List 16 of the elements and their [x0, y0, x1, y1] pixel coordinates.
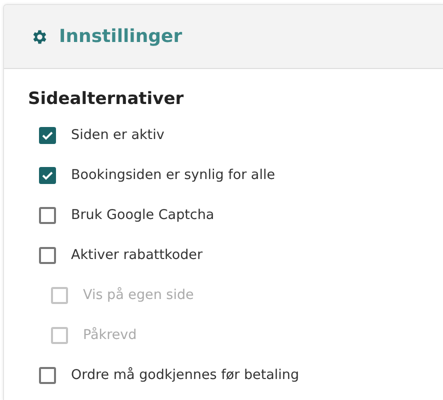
checkbox-label: Vis på egen side [83, 287, 194, 303]
checkbox-label: Påkrevd [83, 327, 137, 343]
checkbox[interactable] [39, 366, 56, 384]
checkmark-icon [42, 130, 53, 140]
checkbox-label: Siden er aktiv [71, 127, 164, 143]
checkbox[interactable] [39, 206, 56, 224]
checkbox-label: Aktiver rabattkoder [71, 247, 203, 263]
checkbox-label: Bruk Google Captcha [71, 207, 214, 223]
checkbox-label: Bookingsiden er synlig for alle [71, 167, 276, 183]
card-title: Innstillinger [59, 26, 182, 47]
checkbox-label: Ordre må godkjennes før betaling [71, 367, 300, 383]
section-heading: Sidealternativer [28, 89, 185, 109]
checkbox[interactable] [39, 126, 56, 144]
checkbox[interactable] [39, 246, 56, 264]
checkbox[interactable] [39, 166, 56, 184]
checkmark-icon [42, 170, 53, 180]
